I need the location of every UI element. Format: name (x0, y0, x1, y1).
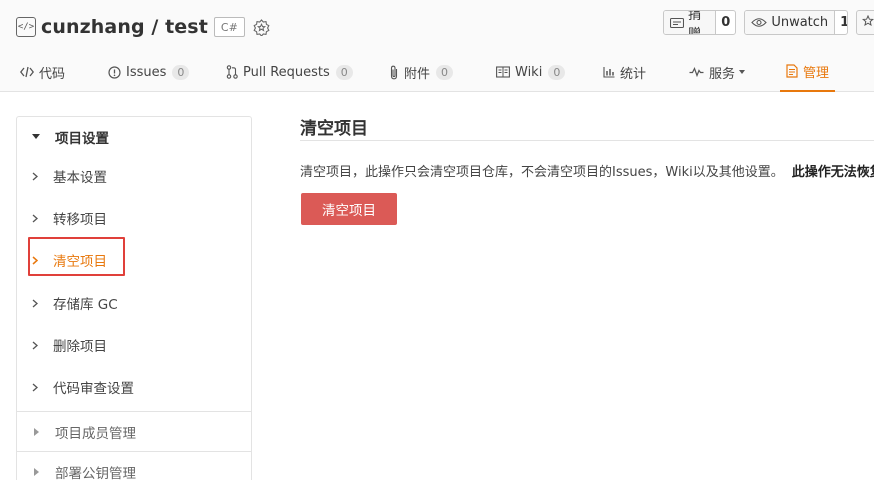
chevron-right-icon (17, 172, 53, 181)
watch-count[interactable]: 1 (835, 11, 847, 34)
donate-icon (670, 17, 684, 29)
caret-right-icon (17, 468, 55, 476)
sidebar-item-transfer[interactable]: 转移项目 (17, 200, 251, 236)
warning-text: 此操作无法恢复 (791, 165, 874, 180)
attachments-count: 0 (436, 64, 454, 80)
page-description: 清空项目，此操作只会清空项目仓库，不会清空项目的Issues，Wiki以及其他设… (300, 161, 874, 180)
bar-chart-icon (603, 66, 615, 78)
donate-button-group: 捐赠 0 (663, 10, 737, 35)
sidebar-section-members[interactable]: 项目成员管理 (17, 412, 251, 452)
sidebar-item-delete-project[interactable]: 删除项目 (17, 327, 251, 363)
chevron-right-icon (17, 383, 53, 392)
sidebar-item-code-review[interactable]: 代码审查设置 (17, 369, 251, 405)
sidebar-item-label: 存储库 GC (53, 297, 118, 313)
unwatch-button[interactable]: Unwatch (745, 11, 836, 34)
tab-attachments-label: 附件 (404, 66, 431, 82)
pulse-icon (689, 67, 704, 77)
repo-header: </> cunzhang / test C# 捐赠 0 Unwatch 1 代码… (0, 0, 874, 92)
language-badge: C# (213, 17, 245, 37)
tab-wiki[interactable]: Wiki 0 (496, 52, 566, 92)
star-button[interactable] (856, 10, 874, 35)
recommend-badge-icon (253, 18, 271, 36)
sidebar-item-label: 转移项目 (53, 212, 107, 228)
sidebar-section-label: 部署公钥管理 (55, 466, 136, 480)
sidebar-item-label: 清空项目 (53, 254, 107, 270)
tab-stats[interactable]: 统计 (603, 52, 646, 92)
sidebar-section-deploy-keys[interactable]: 部署公钥管理 (17, 452, 251, 480)
chevron-right-icon (17, 341, 53, 350)
pull-request-icon (226, 65, 238, 79)
sidebar-item-repo-gc[interactable]: 存储库 GC (17, 285, 251, 321)
pulls-count: 0 (335, 64, 353, 80)
code-repo-icon: </> (16, 17, 36, 37)
sidebar-item-clear-project[interactable]: 清空项目 (17, 242, 251, 278)
book-icon (496, 66, 510, 78)
donate-label: 捐赠 (688, 10, 702, 35)
star-icon (862, 14, 874, 31)
sidebar-section-project-settings[interactable]: 项目设置 (17, 117, 251, 157)
tab-code-label: 代码 (39, 66, 66, 82)
chevron-right-icon (17, 214, 53, 223)
sidebar-item-label: 基本设置 (53, 170, 107, 186)
title-divider (300, 140, 874, 141)
issue-icon (108, 65, 121, 79)
unwatch-label: Unwatch (771, 15, 829, 30)
manage-doc-icon (786, 64, 798, 78)
tab-code[interactable]: 代码 (20, 52, 65, 92)
sidebar-section-label: 项目成员管理 (55, 426, 136, 442)
tab-manage-label: 管理 (803, 65, 830, 81)
eye-icon (751, 17, 768, 28)
tab-services-label: 服务 (709, 66, 736, 82)
sidebar-item-basic-settings[interactable]: 基本设置 (17, 158, 251, 194)
tab-manage[interactable]: 管理 (780, 52, 836, 92)
tab-issues[interactable]: Issues 0 (108, 52, 190, 92)
watch-button-group: Unwatch 1 (744, 10, 849, 35)
sidebar-item-label: 删除项目 (53, 339, 107, 355)
tab-pull-requests-label: Pull Requests (243, 64, 330, 80)
settings-sidebar: 项目设置 基本设置 转移项目 清空项目 存储库 GC 删除项目 代码审查设置 项… (16, 116, 252, 480)
tab-pull-requests[interactable]: Pull Requests 0 (226, 52, 353, 92)
tab-attachments[interactable]: 附件 0 (389, 52, 454, 92)
repo-name[interactable]: cunzhang / test (41, 16, 208, 38)
tab-services[interactable]: 服务 (689, 52, 746, 92)
sidebar-section-title: 项目设置 (55, 131, 109, 147)
tab-issues-label: Issues (126, 64, 167, 80)
paperclip-icon (389, 65, 399, 80)
description-text: 清空项目，此操作只会清空项目仓库，不会清空项目的Issues，Wiki以及其他设… (300, 165, 784, 180)
tab-stats-label: 统计 (620, 66, 647, 82)
issues-count: 0 (172, 64, 190, 80)
page-title: 清空项目 (300, 119, 368, 139)
donate-count[interactable]: 0 (716, 11, 735, 34)
caret-right-icon (17, 428, 55, 436)
clear-project-button[interactable]: 清空项目 (301, 193, 397, 225)
donate-button[interactable]: 捐赠 (664, 10, 717, 35)
caret-down-icon (17, 134, 55, 140)
chevron-right-icon (17, 255, 53, 265)
tab-wiki-label: Wiki (515, 64, 543, 80)
sidebar-item-label: 代码审查设置 (53, 381, 134, 397)
repo-actions: 捐赠 0 Unwatch 1 (663, 10, 874, 35)
code-icon (20, 66, 34, 78)
repo-title-bar: </> cunzhang / test C# (16, 14, 271, 40)
wiki-count: 0 (548, 64, 566, 80)
chevron-right-icon (17, 299, 53, 308)
chevron-down-icon (739, 70, 746, 74)
